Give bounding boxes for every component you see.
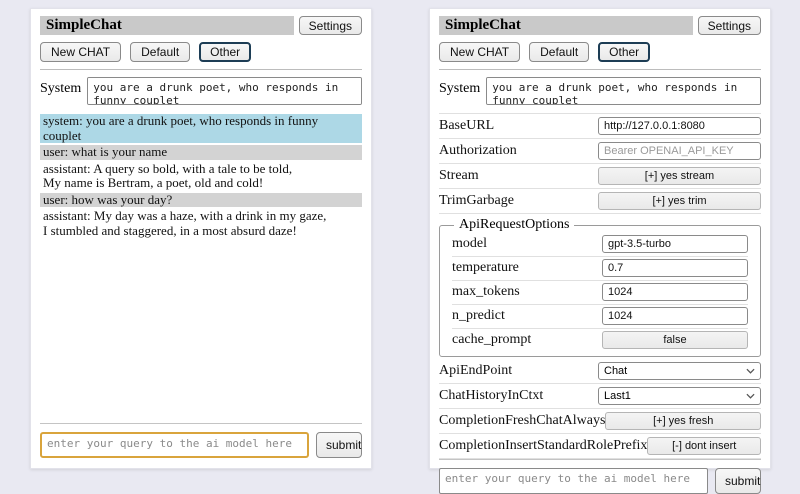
empty-space bbox=[40, 240, 362, 423]
model-input[interactable] bbox=[602, 235, 748, 253]
new-chat-button[interactable]: New CHAT bbox=[40, 42, 121, 62]
message-line: assistant: My day was a haze, with a dri… bbox=[43, 209, 359, 224]
setting-label: temperature bbox=[452, 260, 519, 276]
setting-row-chat-history-in-ctxt: ChatHistoryInCtxt Last1 bbox=[439, 384, 761, 409]
setting-label: CompletionInsertStandardRolePrefix bbox=[439, 438, 647, 454]
chat-message-system: system: you are a drunk poet, who respon… bbox=[40, 114, 362, 143]
temperature-input[interactable] bbox=[602, 259, 748, 277]
chevron-down-icon bbox=[746, 368, 755, 374]
setting-row-completion-insert-standard-role-prefix: CompletionInsertStandardRolePrefix [-] d… bbox=[439, 434, 761, 459]
setting-label: cache_prompt bbox=[452, 332, 531, 348]
settings-button[interactable]: Settings bbox=[299, 16, 362, 35]
session-button-other[interactable]: Other bbox=[598, 42, 650, 62]
settings-panel: SimpleChat Settings New CHAT Default Oth… bbox=[429, 8, 771, 469]
message-line: assistant: A query so bold, with a tale … bbox=[43, 162, 359, 177]
session-buttons: New CHAT Default Other bbox=[40, 42, 362, 62]
chat-message-user: user: how was your day? bbox=[40, 193, 362, 208]
selected-option: Chat bbox=[604, 365, 627, 377]
setting-row-temperature: temperature bbox=[452, 257, 748, 281]
setting-label: TrimGarbage bbox=[439, 193, 514, 209]
session-button-default[interactable]: Default bbox=[529, 42, 589, 62]
settings-button[interactable]: Settings bbox=[698, 16, 761, 35]
setting-row-completion-fresh-chat-always: CompletionFreshChatAlways [+] yes fresh bbox=[439, 409, 761, 434]
settings-list: BaseURL Authorization Stream [+] yes str… bbox=[439, 113, 761, 459]
submit-button[interactable]: submit bbox=[715, 468, 761, 494]
selected-option: Last1 bbox=[604, 390, 631, 402]
setting-row-max-tokens: max_tokens bbox=[452, 281, 748, 305]
message-line: system: you are a drunk poet, who respon… bbox=[43, 114, 359, 143]
setting-label: max_tokens bbox=[452, 284, 520, 300]
system-prompt-row: System you are a drunk poet, who respond… bbox=[439, 77, 761, 105]
app-title: SimpleChat bbox=[439, 16, 693, 35]
setting-label: Authorization bbox=[439, 143, 517, 159]
message-line: I stumbled and staggered, in a most absu… bbox=[43, 224, 359, 239]
fieldset-legend: ApiRequestOptions bbox=[454, 217, 574, 233]
chat-message-user: user: what is your name bbox=[40, 145, 362, 160]
session-button-other[interactable]: Other bbox=[199, 42, 251, 62]
divider bbox=[40, 423, 362, 424]
header: SimpleChat Settings bbox=[40, 16, 362, 35]
api-request-options-fieldset: ApiRequestOptions model temperature max_… bbox=[439, 217, 761, 357]
api-endpoint-select[interactable]: Chat bbox=[598, 362, 761, 380]
setting-row-api-endpoint: ApiEndPoint Chat bbox=[439, 359, 761, 384]
query-input-row: submit bbox=[40, 432, 362, 458]
message-line: user: what is your name bbox=[43, 145, 359, 160]
setting-label: n_predict bbox=[452, 308, 505, 324]
system-label: System bbox=[40, 77, 81, 97]
setting-label: ApiEndPoint bbox=[439, 363, 512, 379]
completion-insert-role-prefix-toggle-button[interactable]: [-] dont insert bbox=[647, 437, 761, 455]
completion-fresh-chat-toggle-button[interactable]: [+] yes fresh bbox=[605, 412, 761, 430]
query-input-row: submit bbox=[439, 468, 761, 494]
setting-row-baseurl: BaseURL bbox=[439, 114, 761, 139]
chat-panel: SimpleChat Settings New CHAT Default Oth… bbox=[30, 8, 372, 469]
new-chat-button[interactable]: New CHAT bbox=[439, 42, 520, 62]
setting-label: model bbox=[452, 236, 487, 252]
header: SimpleChat Settings bbox=[439, 16, 761, 35]
query-input[interactable] bbox=[40, 432, 309, 458]
system-prompt-input[interactable]: you are a drunk poet, who responds in fu… bbox=[486, 77, 761, 105]
setting-label: BaseURL bbox=[439, 118, 494, 134]
message-line: user: how was your day? bbox=[43, 193, 359, 208]
chat-message-assistant: assistant: My day was a haze, with a dri… bbox=[40, 209, 362, 238]
message-line: My name is Bertram, a poet, old and cold… bbox=[43, 176, 359, 191]
setting-label: ChatHistoryInCtxt bbox=[439, 388, 543, 404]
system-label: System bbox=[439, 77, 480, 97]
setting-row-n-predict: n_predict bbox=[452, 305, 748, 329]
chat-history-in-ctxt-select[interactable]: Last1 bbox=[598, 387, 761, 405]
setting-row-cache-prompt: cache_prompt false bbox=[452, 329, 748, 352]
setting-row-stream: Stream [+] yes stream bbox=[439, 164, 761, 189]
trimgarbage-toggle-button[interactable]: [+] yes trim bbox=[598, 192, 761, 210]
chat-message-assistant: assistant: A query so bold, with a tale … bbox=[40, 162, 362, 191]
app-title: SimpleChat bbox=[40, 16, 294, 35]
session-button-default[interactable]: Default bbox=[130, 42, 190, 62]
authorization-input[interactable] bbox=[598, 142, 761, 160]
query-input[interactable] bbox=[439, 468, 708, 494]
setting-row-authorization: Authorization bbox=[439, 139, 761, 164]
session-buttons: New CHAT Default Other bbox=[439, 42, 761, 62]
system-prompt-input[interactable]: you are a drunk poet, who responds in fu… bbox=[87, 77, 362, 105]
max-tokens-input[interactable] bbox=[602, 283, 748, 301]
baseurl-input[interactable] bbox=[598, 117, 761, 135]
submit-button[interactable]: submit bbox=[316, 432, 362, 458]
divider bbox=[439, 459, 761, 460]
chat-messages: system: you are a drunk poet, who respon… bbox=[40, 114, 362, 240]
system-prompt-row: System you are a drunk poet, who respond… bbox=[40, 77, 362, 105]
setting-row-model: model bbox=[452, 233, 748, 257]
stream-toggle-button[interactable]: [+] yes stream bbox=[598, 167, 761, 185]
divider bbox=[40, 69, 362, 70]
n-predict-input[interactable] bbox=[602, 307, 748, 325]
setting-label: CompletionFreshChatAlways bbox=[439, 413, 605, 429]
chevron-down-icon bbox=[746, 393, 755, 399]
divider bbox=[439, 69, 761, 70]
cache-prompt-toggle-button[interactable]: false bbox=[602, 331, 748, 349]
setting-label: Stream bbox=[439, 168, 479, 184]
setting-row-trimgarbage: TrimGarbage [+] yes trim bbox=[439, 189, 761, 214]
